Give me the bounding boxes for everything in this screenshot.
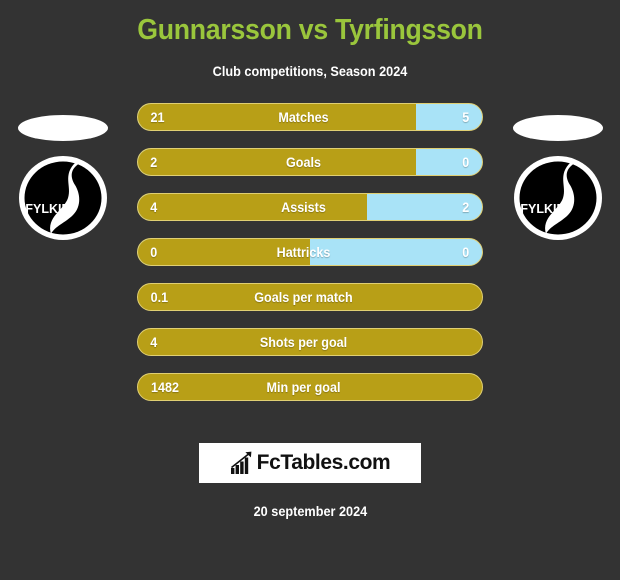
page-title: Gunnarsson vs Tyrfingsson bbox=[137, 14, 483, 46]
bar-chart-arrow-icon bbox=[230, 451, 254, 475]
stat-row-min-per-goal: 1482 Min per goal bbox=[137, 373, 483, 401]
stat-label-min-per-goal: Min per goal bbox=[266, 379, 341, 395]
stat-label-hattricks: Hattricks bbox=[276, 244, 331, 260]
stat-label-matches: Matches bbox=[278, 109, 329, 125]
svg-text:FYLKIR: FYLKIR bbox=[520, 202, 565, 216]
page-subtitle: Club competitions, Season 2024 bbox=[212, 64, 408, 79]
away-value-goals: 0 bbox=[462, 154, 470, 170]
stat-label-assists: Assists bbox=[281, 199, 326, 215]
stat-row-goals: 2 Goals 0 bbox=[137, 148, 483, 176]
away-value-matches: 5 bbox=[462, 109, 470, 125]
stat-row-hattricks: 0 Hattricks 0 bbox=[137, 238, 483, 266]
page-header: Gunnarsson vs Tyrfingsson Club competiti… bbox=[0, 0, 620, 79]
away-ellipse-decoration bbox=[512, 115, 603, 141]
away-value-assists: 2 bbox=[462, 199, 470, 215]
fctables-logo-text: FcTables.com bbox=[256, 451, 391, 474]
away-value-hattricks: 0 bbox=[462, 244, 470, 260]
away-team-badge: FYLKIR bbox=[495, 103, 620, 303]
stat-row-shots-per-goal: 4 Shots per goal bbox=[137, 328, 483, 356]
home-crest-icon: FYLKIR bbox=[18, 155, 108, 241]
report-date: 20 september 2024 bbox=[253, 504, 367, 519]
stat-rows: 21 Matches 5 2 Goals 0 4 Assists 2 0 Hat… bbox=[137, 103, 483, 418]
stat-row-matches: 21 Matches 5 bbox=[137, 103, 483, 131]
svg-text:FYLKIR: FYLKIR bbox=[25, 202, 70, 216]
comparison-board: FYLKIR FYLKIR 21 Matches 5 2 Goals 0 4 A… bbox=[0, 103, 620, 433]
fctables-logo[interactable]: FcTables.com bbox=[199, 443, 421, 483]
stat-row-assists: 4 Assists 2 bbox=[137, 193, 483, 221]
away-crest-icon: FYLKIR bbox=[513, 155, 603, 241]
home-ellipse-decoration bbox=[17, 115, 108, 141]
stat-row-goals-per-match: 0.1 Goals per match bbox=[137, 283, 483, 311]
stat-label-shots-per-goal: Shots per goal bbox=[259, 334, 348, 350]
home-team-badge: FYLKIR bbox=[0, 103, 125, 303]
page-footer: FcTables.com 20 september 2024 bbox=[0, 443, 620, 521]
stat-label-goals: Goals bbox=[286, 154, 321, 170]
stat-label-goals-per-match: Goals per match bbox=[254, 289, 353, 305]
